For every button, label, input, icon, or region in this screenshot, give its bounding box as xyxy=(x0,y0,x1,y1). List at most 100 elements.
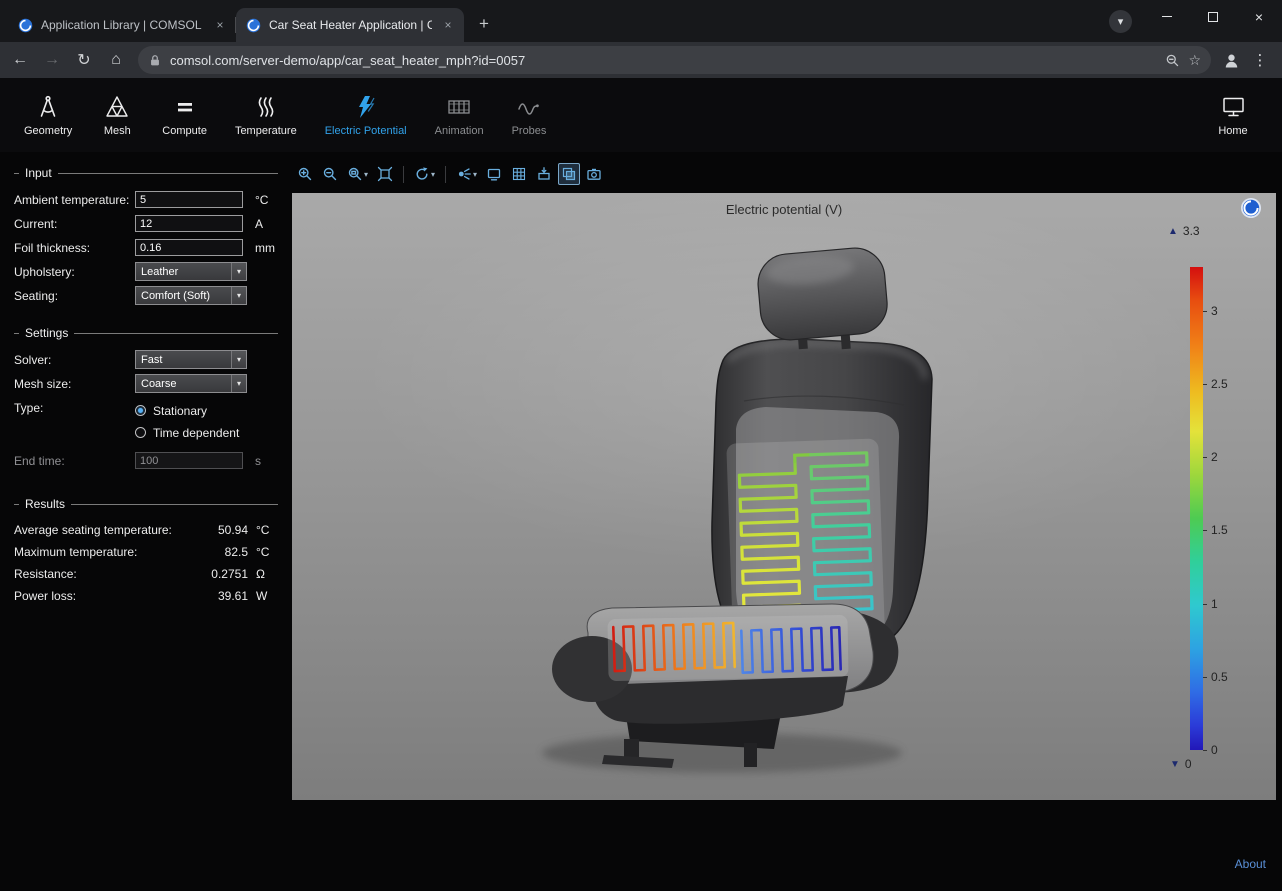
probes-icon xyxy=(515,94,542,120)
scene-light-button[interactable]: ▾ xyxy=(453,163,480,185)
result-label: Maximum temperature: xyxy=(14,545,190,559)
browser-titlebar: Application Library | COMSOL Se × Car Se… xyxy=(0,0,1282,42)
dropdown-caret-icon: ▾ xyxy=(364,170,368,179)
radio-stationary[interactable]: Stationary xyxy=(135,403,278,418)
result-row: Average seating temperature: 50.94 °C xyxy=(14,519,278,541)
tab-close-icon[interactable]: × xyxy=(212,17,228,33)
about-link[interactable]: About xyxy=(1235,857,1266,871)
solver-select[interactable]: Fast ▾ xyxy=(135,350,247,369)
foil-thickness-unit: mm xyxy=(247,241,278,255)
foil-thickness-label: Foil thickness: xyxy=(14,241,135,255)
default-view-button[interactable]: ▾ xyxy=(411,163,438,185)
mesh-size-label: Mesh size: xyxy=(14,377,135,391)
result-label: Power loss: xyxy=(14,589,190,603)
zoom-in-button[interactable] xyxy=(294,163,316,185)
chevron-down-icon: ▾ xyxy=(231,351,246,368)
legend-min-value: 0 xyxy=(1185,757,1192,771)
graphics-canvas[interactable]: Electric potential (V) ▲ 3.3 xyxy=(292,193,1276,800)
legend-max-arrow-icon: ▲ xyxy=(1168,226,1178,237)
snapshot-button[interactable] xyxy=(583,163,605,185)
result-row: Power loss: 39.61 W xyxy=(14,585,278,607)
ambient-temperature-label: Ambient temperature: xyxy=(14,193,135,207)
maximize-button[interactable] xyxy=(1190,0,1236,33)
browser-menu-button[interactable]: ⋮ xyxy=(1248,46,1272,74)
animation-icon xyxy=(446,94,473,120)
tab-strip: Application Library | COMSOL Se × Car Se… xyxy=(0,0,498,42)
page-zoom-icon[interactable] xyxy=(1165,53,1180,68)
dropdown-caret-icon: ▾ xyxy=(431,170,435,179)
tab-car-seat-heater[interactable]: Car Seat Heater Application | CO × xyxy=(236,8,464,42)
grid-button[interactable] xyxy=(508,163,530,185)
ribbon-item-electric-potential[interactable]: Electric Potential xyxy=(311,88,421,143)
minimize-button[interactable] xyxy=(1144,0,1190,33)
ribbon-label: Geometry xyxy=(24,125,72,137)
tab-search-button[interactable]: ▾ xyxy=(1109,10,1132,33)
current-field[interactable] xyxy=(135,215,243,232)
comsol-favicon xyxy=(246,18,261,33)
legend-tick-label: 2.5 xyxy=(1211,377,1228,391)
ribbon-item-animation[interactable]: Animation xyxy=(421,88,498,143)
car-seat-3d-model[interactable] xyxy=(292,193,1276,800)
transparency-button[interactable] xyxy=(558,163,580,185)
back-button[interactable]: ← xyxy=(6,46,34,74)
comsol-logo xyxy=(1240,197,1262,219)
toolbar-separator xyxy=(445,166,446,183)
radio-time-dependent[interactable]: Time dependent xyxy=(135,425,278,440)
clip-plane-button[interactable] xyxy=(533,163,555,185)
chevron-down-icon: ▾ xyxy=(231,287,246,304)
foil-thickness-field[interactable] xyxy=(135,239,243,256)
legend-tick xyxy=(1203,604,1207,605)
legend-tick xyxy=(1203,677,1207,678)
close-button[interactable]: × xyxy=(1236,0,1282,33)
address-bar[interactable]: comsol.com/server-demo/app/car_seat_heat… xyxy=(138,46,1211,74)
zoom-out-button[interactable] xyxy=(319,163,341,185)
ribbon-item-mesh[interactable]: Mesh xyxy=(86,88,148,143)
plot-title: Electric potential (V) xyxy=(292,202,1276,217)
forward-button[interactable]: → xyxy=(38,46,66,74)
reload-button[interactable]: ↻ xyxy=(70,46,98,74)
result-unit: °C xyxy=(248,523,278,537)
ribbon-item-compute[interactable]: Compute xyxy=(148,88,221,143)
section-input: Input xyxy=(14,166,278,180)
ambient-temperature-unit: °C xyxy=(247,193,278,207)
avatar-button[interactable] xyxy=(1219,48,1244,73)
ribbon-label: Mesh xyxy=(104,125,131,137)
ribbon-item-geometry[interactable]: Geometry xyxy=(10,88,86,143)
bookmark-star-icon[interactable]: ☆ xyxy=(1188,52,1201,69)
chevron-down-icon: ▾ xyxy=(231,375,246,392)
ribbon-item-home[interactable]: Home xyxy=(1202,88,1264,143)
upholstery-value: Leather xyxy=(136,266,231,278)
end-time-label: End time: xyxy=(14,454,135,468)
upholstery-select[interactable]: Leather ▾ xyxy=(135,262,247,281)
zoom-extents-button[interactable] xyxy=(374,163,396,185)
tab-application-library[interactable]: Application Library | COMSOL Se × xyxy=(8,8,236,42)
ribbon-item-probes[interactable]: Probes xyxy=(498,88,561,143)
section-settings: Settings xyxy=(14,326,278,340)
comsol-app: Geometry Mesh Compute Temperature xyxy=(0,78,1282,891)
ambient-temperature-field[interactable] xyxy=(135,191,243,208)
environment-button[interactable] xyxy=(483,163,505,185)
radio-time-dependent-label: Time dependent xyxy=(153,426,239,440)
ribbon-label: Probes xyxy=(512,125,547,137)
tab-close-icon[interactable]: × xyxy=(440,17,456,33)
legend-tick xyxy=(1203,750,1207,751)
legend-tick-label: 0.5 xyxy=(1211,670,1228,684)
new-tab-button[interactable]: + xyxy=(470,10,498,38)
end-time-field[interactable] xyxy=(135,452,243,469)
browser-window: { "colors": { "accent_blue": "#31a2ea", … xyxy=(0,0,1282,891)
legend-tick-label: 1.5 xyxy=(1211,523,1228,537)
minimize-icon xyxy=(1162,16,1172,17)
legend-max-value: 3.3 xyxy=(1183,224,1200,238)
result-label: Resistance: xyxy=(14,567,190,581)
url-text: comsol.com/server-demo/app/car_seat_heat… xyxy=(170,53,1157,68)
zoom-box-button[interactable]: ▾ xyxy=(344,163,371,185)
seating-select[interactable]: Comfort (Soft) ▾ xyxy=(135,286,247,305)
temperature-icon xyxy=(252,94,279,120)
solver-value: Fast xyxy=(136,354,231,366)
mesh-size-select[interactable]: Coarse ▾ xyxy=(135,374,247,393)
legend-tick xyxy=(1203,311,1207,312)
legend-min: ▼ 0 xyxy=(1170,757,1192,771)
result-row: Resistance: 0.2751 Ω xyxy=(14,563,278,585)
ribbon-item-temperature[interactable]: Temperature xyxy=(221,88,311,143)
home-button[interactable]: ⌂ xyxy=(102,46,130,74)
